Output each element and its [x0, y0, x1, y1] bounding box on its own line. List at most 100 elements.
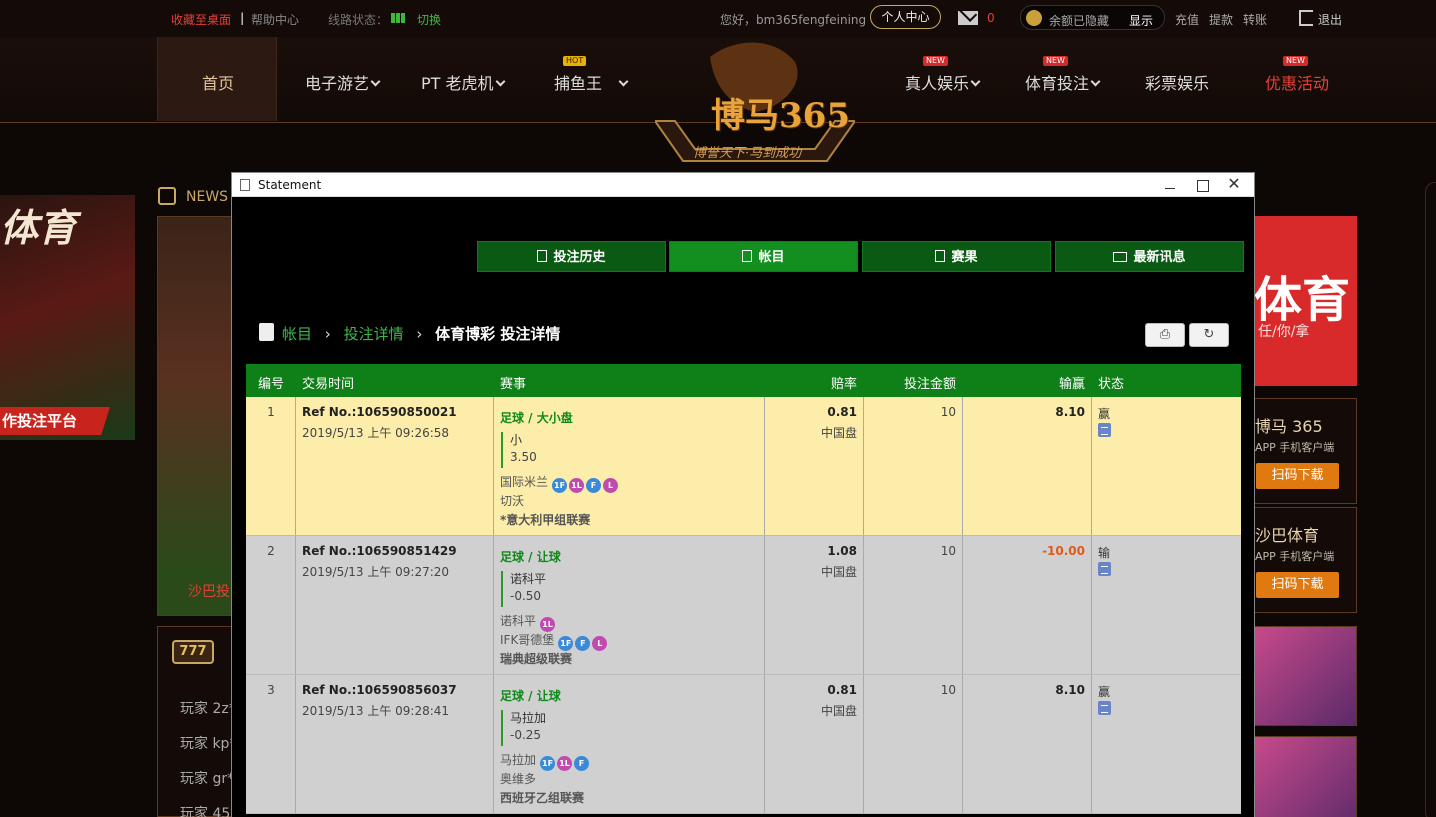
team-name: IFK哥德堡: [500, 633, 555, 647]
win-loss-amount: 8.10: [1055, 405, 1085, 419]
window-title-bar[interactable]: Statement ✕: [232, 173, 1254, 197]
scan-download-button[interactable]: 扫码下载: [1256, 463, 1339, 489]
nav-home-label: 首页: [202, 74, 235, 93]
recharge-link[interactable]: 充值: [1175, 11, 1199, 28]
close-button[interactable]: ✕: [1218, 173, 1250, 197]
ticket-detail-icon[interactable]: [1098, 562, 1111, 576]
scan-download-button[interactable]: 扫码下载: [1256, 572, 1339, 598]
nav-pt-label: PT 老虎机: [421, 74, 494, 93]
team-markers: 1L: [538, 614, 556, 632]
selection-name: 诺科平: [510, 572, 547, 586]
handicap-value: 3.50: [510, 450, 537, 464]
add-to-desktop-link[interactable]: 收藏至桌面: [171, 11, 231, 28]
nav-lottery[interactable]: 彩票娱乐: [1145, 70, 1209, 94]
app-download-card: 沙巴体育 APP 手机客户端 扫码下载: [1254, 507, 1357, 613]
transaction-time: 2019/5/13 上午 09:27:20: [302, 565, 450, 579]
sports-ad-banner[interactable]: 体育 任/你/拿: [1254, 216, 1357, 386]
win-loss-amount: -10.00: [1042, 544, 1085, 558]
receipt-icon: [537, 250, 548, 262]
winner-item: 玩家 gr*: [180, 771, 235, 787]
nav-sports[interactable]: 体育投注: [1025, 70, 1101, 94]
logout-link[interactable]: 退出: [1318, 11, 1342, 28]
tab-bet-history[interactable]: 投注历史: [477, 241, 666, 272]
transfer-link[interactable]: 转账: [1243, 11, 1267, 28]
ledger-icon: [742, 250, 753, 262]
col-header-no: 编号: [258, 377, 285, 392]
column-divider: [493, 675, 494, 813]
show-balance-button[interactable]: 显示: [1129, 12, 1153, 29]
sports-promo-banner: 作投注平台: [0, 407, 110, 435]
sports-ad-subtitle: 任/你/拿: [1258, 324, 1310, 340]
scoreboard-icon: [935, 250, 946, 262]
document-icon: [240, 179, 250, 191]
breadcrumb-separator: ›: [416, 325, 423, 343]
selection-marker: [501, 710, 503, 746]
help-center-link[interactable]: 帮助中心: [251, 11, 299, 28]
row-number: 2: [267, 544, 275, 558]
news-icon: [158, 187, 176, 205]
tab-label: 最新讯息: [1133, 250, 1186, 265]
brand-logo[interactable]: 博马365: [711, 88, 850, 137]
tab-statement[interactable]: 帐目: [669, 241, 858, 272]
nav-sports-label: 体育投注: [1025, 74, 1090, 93]
handicap-value: -0.50: [510, 589, 542, 603]
team-name: 马拉加: [500, 753, 537, 767]
bet-type: 足球 / 让球: [500, 689, 561, 703]
breadcrumb: 帐目 › 投注详情 › 体育博彩 投注详情: [282, 323, 560, 344]
signal-bars-icon: [391, 12, 407, 23]
column-divider: [1091, 536, 1092, 674]
line-status-label: 线路状态：: [328, 13, 389, 27]
logout-icon[interactable]: [1299, 10, 1313, 26]
minimize-button[interactable]: [1154, 173, 1186, 197]
app-subtitle: APP 手机客户端: [1255, 550, 1335, 563]
market-badge: F: [574, 756, 590, 771]
bet-status: 输: [1098, 546, 1111, 560]
refresh-button[interactable]: ↻: [1189, 323, 1229, 347]
team-name: 奥维多: [500, 772, 537, 786]
news-banner-image[interactable]: [157, 216, 232, 616]
market-badge: F: [586, 478, 602, 493]
league-name: *意大利甲组联赛: [500, 513, 591, 527]
game-thumbnail[interactable]: [1254, 736, 1357, 817]
game-thumbnail[interactable]: [1254, 626, 1357, 726]
col-header-event: 赛事: [500, 377, 527, 392]
new-badge: NEW: [1043, 56, 1068, 66]
odds-type: 中国盘: [820, 565, 857, 579]
transaction-time: 2019/5/13 上午 09:28:41: [302, 704, 450, 718]
statement-window: Statement ✕ 投注历史 帐目 赛果 最新讯息 帐目 › 投注详情 › …: [231, 172, 1255, 817]
nav-home[interactable]: 首页: [157, 37, 277, 121]
nav-fishing[interactable]: 捕鱼王: [554, 70, 629, 94]
maximize-button[interactable]: [1186, 173, 1218, 197]
nav-egame[interactable]: 电子游艺: [305, 70, 381, 94]
tab-latest-news[interactable]: 最新讯息: [1055, 241, 1244, 272]
breadcrumb-statement[interactable]: 帐目: [282, 325, 312, 343]
print-button[interactable]: ⎙: [1145, 323, 1185, 347]
mail-icon[interactable]: [958, 11, 978, 25]
nav-pt-slots[interactable]: PT 老虎机: [421, 70, 505, 94]
switch-line-link[interactable]: 切换: [417, 11, 441, 28]
nav-live-casino[interactable]: 真人娱乐: [905, 70, 981, 94]
brand-slogan: 博誉天下·马到成功: [693, 146, 802, 161]
ticket-detail-icon[interactable]: [1098, 423, 1111, 437]
ticket-detail-icon[interactable]: [1098, 701, 1111, 715]
selection-name: 马拉加: [510, 711, 547, 725]
tab-results[interactable]: 赛果: [862, 241, 1051, 272]
nav-egame-label: 电子游艺: [305, 74, 370, 93]
nav-promotions[interactable]: 优惠活动: [1265, 70, 1329, 94]
market-badge: 1F: [552, 478, 568, 493]
bet-status: 赢: [1098, 407, 1111, 421]
nav-live-label: 真人娱乐: [905, 74, 970, 93]
slot-machine-icon: 777: [172, 640, 214, 664]
chevron-down-icon: [970, 76, 981, 87]
col-header-status: 状态: [1098, 377, 1125, 392]
winner-item: 玩家 kp*: [180, 736, 237, 752]
news-banner-label[interactable]: 沙巴投: [188, 581, 230, 601]
league-name: 瑞典超级联赛: [500, 652, 573, 666]
sports-ad-title: 体育: [1254, 272, 1351, 328]
bet-type: 足球 / 让球: [500, 550, 561, 564]
withdraw-link[interactable]: 提款: [1209, 11, 1233, 28]
breadcrumb-bet-detail[interactable]: 投注详情: [344, 325, 404, 343]
team-name: 诺科平: [500, 614, 537, 628]
column-divider: [1091, 675, 1092, 813]
user-center-button[interactable]: 个人中心: [870, 5, 941, 29]
